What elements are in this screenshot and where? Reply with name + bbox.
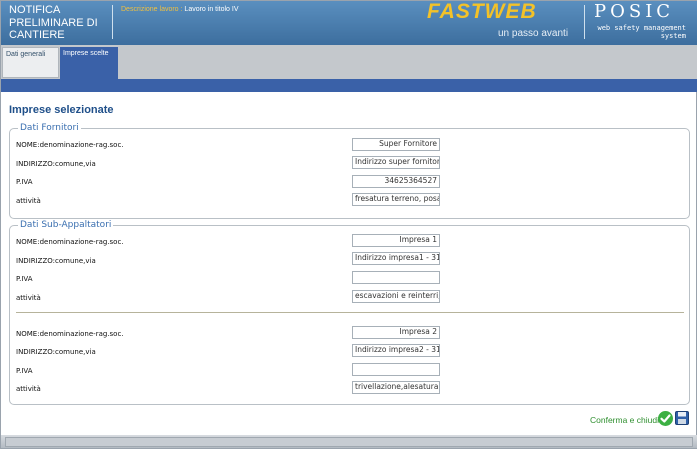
subcontractors-legend: Dati Sub-Appaltatori [18, 220, 114, 230]
vat-label: P.IVA [16, 178, 33, 186]
work-description-label: Descrizione lavoro : [121, 6, 183, 13]
app-title: NOTIFICA PRELIMINARE DI CANTIERE [9, 4, 98, 41]
subcontractor-2-address-input[interactable]: Indirizzo impresa2 - 31 [352, 344, 440, 357]
tab-bar: Dati generali Imprese scelte [1, 45, 697, 80]
activity-label: attività [16, 197, 41, 205]
subcontractor-2-name-input[interactable]: Impresa 2 [352, 326, 440, 339]
supplier-address-input[interactable]: Indirizzo super fornitor [352, 156, 440, 169]
tab-content-band [1, 79, 697, 92]
suppliers-section: Dati Fornitori NOME:denominazione-rag.so… [9, 123, 690, 219]
subcontractors-section: Dati Sub-Appaltatori NOME:denominazione-… [9, 220, 690, 405]
confirm-and-close-link[interactable]: Conferma e chiudi [590, 415, 659, 425]
fastweb-tagline: un passo avanti [498, 28, 569, 39]
activity-label: attività [16, 385, 41, 393]
vat-label: P.IVA [16, 275, 33, 283]
address-label: INDIRIZZO:comune,via [16, 160, 96, 168]
status-bar [1, 435, 697, 448]
name-label: NOME:denominazione-rag.soc. [16, 141, 124, 149]
tab-imprese-scelte[interactable]: Imprese scelte [60, 47, 118, 80]
app-header: NOTIFICA PRELIMINARE DI CANTIERE Descriz… [1, 0, 697, 45]
subcontractor-1-name-input[interactable]: Impresa 1 [352, 234, 440, 247]
vat-label: P.IVA [16, 367, 33, 375]
subcontractor-1-activity-input[interactable]: escavazioni e reinterri, [352, 290, 440, 303]
subcontractor-1-vat-input[interactable] [352, 271, 440, 284]
suppliers-legend: Dati Fornitori [18, 123, 81, 133]
address-label: INDIRIZZO:comune,via [16, 257, 96, 265]
save-disk-icon[interactable] [675, 411, 689, 425]
work-description-value: Lavoro in titolo IV [184, 6, 239, 13]
check-icon[interactable] [658, 411, 673, 426]
supplier-vat-input[interactable]: 34625364527 [352, 175, 440, 188]
page-title: Imprese selezionate [9, 104, 114, 116]
subcontractor-divider [16, 312, 684, 313]
header-divider [584, 5, 585, 39]
name-label: NOME:denominazione-rag.soc. [16, 238, 124, 246]
tab-dati-generali[interactable]: Dati generali [2, 47, 59, 78]
subcontractor-1-address-input[interactable]: Indirizzo impresa1 - 31 [352, 252, 440, 265]
address-label: INDIRIZZO:comune,via [16, 348, 96, 356]
work-description: Descrizione lavoro : Lavoro in titolo IV [121, 6, 239, 13]
header-divider [112, 5, 113, 39]
subcontractor-2-activity-input[interactable]: trivellazione,alesatura [352, 381, 440, 394]
posic-tagline: web safety management system [597, 24, 686, 40]
status-bar-track [5, 437, 693, 447]
supplier-activity-input[interactable]: fresatura terreno, posa [352, 193, 440, 206]
posic-logo: POSIC [594, 1, 675, 22]
name-label: NOME:denominazione-rag.soc. [16, 330, 124, 338]
activity-label: attività [16, 294, 41, 302]
fastweb-logo: FASTWEB [427, 0, 537, 23]
subcontractor-2-vat-input[interactable] [352, 363, 440, 376]
supplier-name-input[interactable]: Super Fornitore [352, 138, 440, 151]
